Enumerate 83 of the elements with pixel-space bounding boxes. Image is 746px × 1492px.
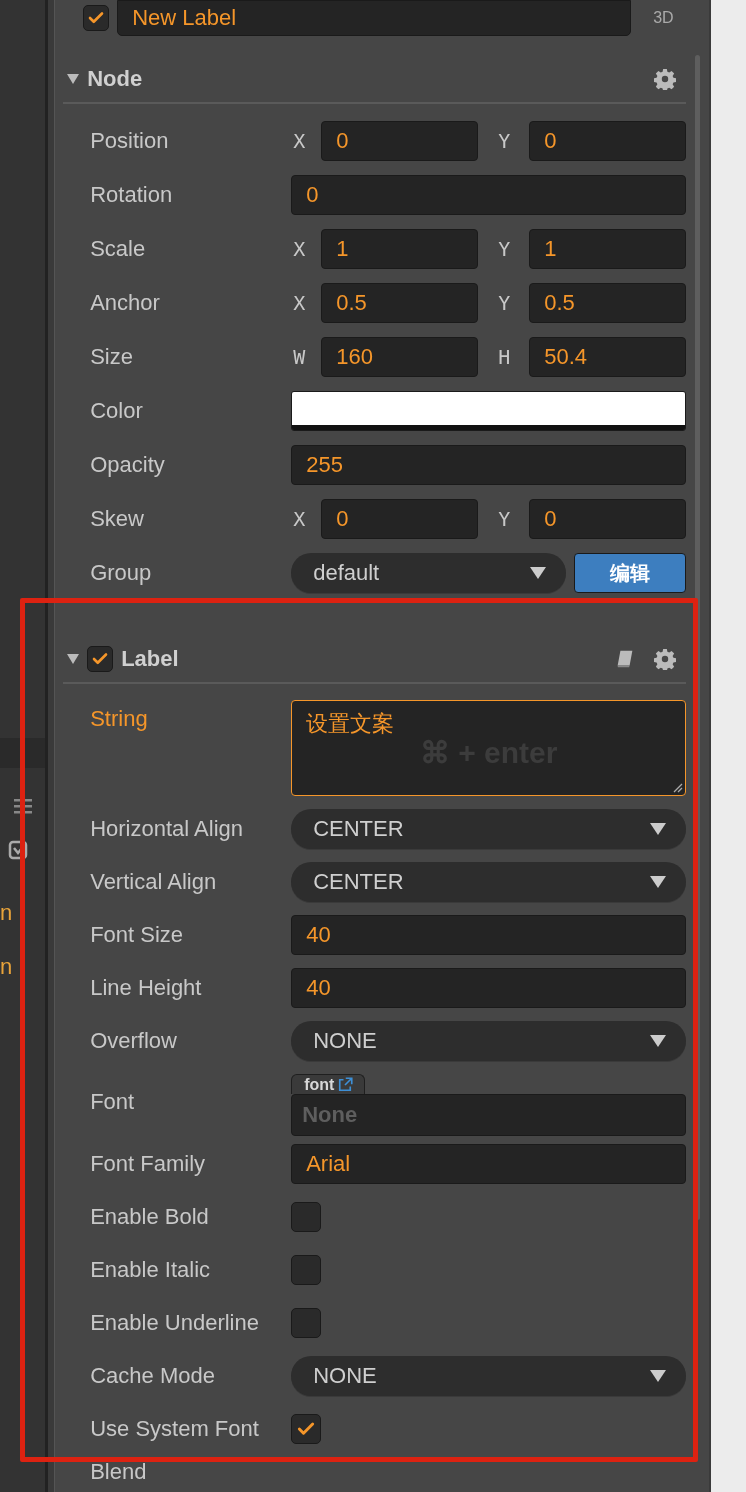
property-label: Position [90,128,170,154]
3d-label: 3D [653,9,674,27]
scrollbar-thumb[interactable] [694,55,700,1220]
collapse-triangle-icon[interactable] [67,73,80,85]
property-label: Rotation [90,182,174,208]
number-field[interactable]: 0 [529,499,687,539]
property-label: Line Height [90,974,203,1001]
property-label: Enable Italic [90,1256,212,1283]
external-link-icon[interactable] [336,1075,355,1094]
checkbox[interactable] [291,1307,322,1338]
property-label: Enable Underline [90,1309,260,1336]
number-field[interactable]: 0 [321,121,479,161]
checkbox[interactable] [291,1413,322,1444]
asset-type-tab[interactable]: font [291,1074,366,1094]
caret-icon [650,875,667,888]
property-label: Vertical Align [90,868,218,895]
property-label: Font Size [90,921,185,948]
property-label: Font [90,1089,136,1115]
checkbox[interactable] [291,1201,322,1232]
input-field[interactable]: 40 [291,967,687,1008]
property-label: Enable Bold [90,1203,210,1230]
dropdown[interactable]: default [291,553,567,593]
menu-icon[interactable] [14,798,32,814]
caret-icon [530,567,547,579]
number-field[interactable]: 160 [321,337,479,377]
property-label: String [90,705,149,732]
property-label: Horizontal Align [90,815,245,842]
dropdown[interactable]: NONE [291,1020,687,1061]
list-item[interactable]: n [0,898,46,928]
axis-label: X [292,291,307,315]
color-field[interactable] [291,391,687,431]
dropdown[interactable]: NONE [291,1355,687,1396]
axis-label: W [292,345,307,369]
axis-label: Y [497,237,512,261]
name-field[interactable]: New Label [117,0,632,36]
axis-label: X [292,129,307,153]
property-label: Size [90,344,134,370]
property-label: Opacity [90,452,166,478]
property-label: Color [90,398,144,424]
component-checkbox[interactable] [87,646,114,672]
property-label: Overflow [90,1027,178,1054]
collapse-triangle-icon[interactable] [67,653,80,665]
caret-icon [650,1034,667,1047]
resize-grip-icon[interactable] [671,781,684,793]
axis-label: Y [497,507,512,531]
number-field[interactable]: 0.5 [529,283,687,323]
dropdown[interactable]: CENTER [291,808,687,849]
number-field[interactable]: 0.5 [321,283,479,323]
property-label: Use System Font [90,1415,260,1442]
caret-icon [650,1369,667,1382]
input-field[interactable]: Arial [291,1143,687,1184]
edit-button[interactable]: 编辑 [574,553,687,593]
property-label: Skew [90,506,145,532]
text-value: 设置文案 [306,710,396,738]
axis-label: H [497,345,512,369]
dropdown-square-icon[interactable] [8,840,28,860]
property-label: Font Family [90,1150,207,1177]
number-field[interactable]: 0 [321,499,479,539]
settings-icon[interactable] [654,68,677,90]
axis-label: X [292,237,307,261]
list-item[interactable]: n [0,952,46,982]
number-field[interactable]: 0 [529,121,687,161]
active-checkbox[interactable] [83,5,110,31]
section-title: Node [87,66,143,92]
input-field[interactable]: 255 [291,445,687,485]
checkbox[interactable] [291,1254,322,1285]
caret-icon [650,822,667,835]
property-label: Scale [90,236,147,262]
number-field[interactable]: 1 [321,229,479,269]
axis-label: X [292,507,307,531]
dropdown[interactable]: CENTER [291,861,687,902]
axis-label: Y [497,291,512,315]
number-field[interactable]: 50.4 [529,337,687,377]
property-label: Anchor [90,290,161,316]
section-title: Label [121,646,179,672]
number-field[interactable]: 1 [529,229,687,269]
axis-label: Y [497,129,512,153]
property-label: Blend [90,1459,147,1484]
input-field[interactable]: 40 [291,914,687,955]
property-label: Cache Mode [90,1362,216,1389]
property-label: Group [90,560,153,586]
settings-icon[interactable] [654,648,677,670]
input-field[interactable]: 0 [291,175,687,215]
